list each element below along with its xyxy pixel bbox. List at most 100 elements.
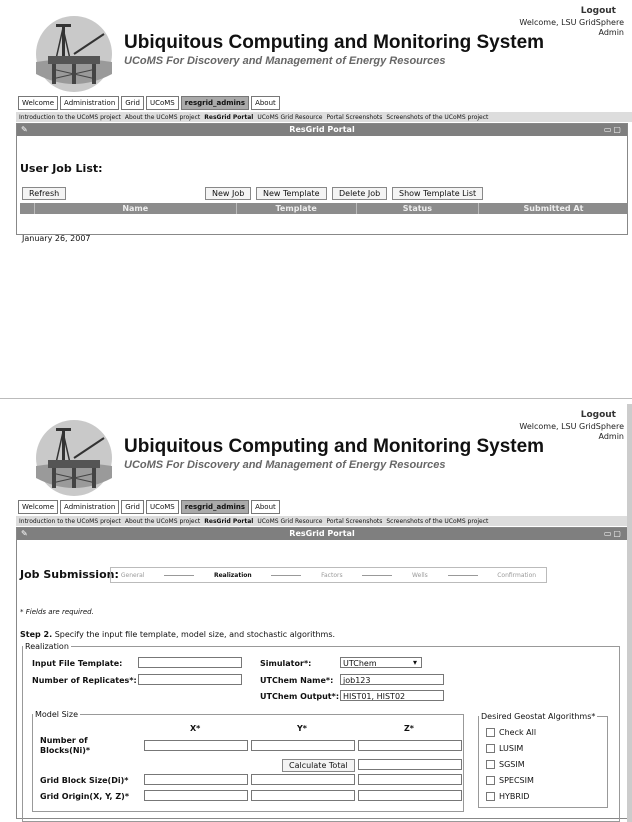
- specsim-label: SPECSIM: [499, 776, 534, 785]
- step-description: Specify the input file template, model s…: [54, 630, 336, 639]
- tab-welcome[interactable]: Welcome: [18, 96, 59, 110]
- link-introduction[interactable]: Introduction to the UCoMS project: [19, 114, 121, 121]
- step-number: Step 2.: [20, 630, 53, 639]
- portal-header: ✎ ResGrid Portal ▭▢: [17, 124, 627, 136]
- utchem-output-field[interactable]: HIST01, HIST02: [340, 690, 444, 701]
- link-project-screenshots[interactable]: Screenshots of the UCoMS project: [386, 114, 488, 121]
- z-column-header: Z*: [404, 724, 414, 733]
- tab-administration[interactable]: Administration: [60, 500, 120, 514]
- blocks-y-field[interactable]: [251, 740, 355, 751]
- tab-grid[interactable]: Grid: [121, 96, 144, 110]
- utchem-output-label: UTChem Output*:: [260, 692, 340, 701]
- y-column-header: Y*: [297, 724, 307, 733]
- tab-welcome[interactable]: Welcome: [18, 500, 59, 514]
- link-resgrid-portal[interactable]: ResGrid Portal: [204, 114, 253, 121]
- link-portal-screenshots[interactable]: Portal Screenshots: [327, 518, 383, 525]
- window-controls-icon[interactable]: ▭▢: [604, 124, 623, 136]
- checkbox-icon: [486, 728, 495, 737]
- step-divider: [447, 574, 478, 576]
- checkbox-icon: [486, 744, 495, 753]
- blocks-z-field[interactable]: [358, 740, 462, 751]
- step-general[interactable]: General: [121, 572, 145, 579]
- tab-ucoms[interactable]: UCoMS: [145, 96, 179, 110]
- geostat-legend: Desired Geostat Algorithms*: [481, 712, 596, 721]
- chevron-down-icon: ▾: [412, 658, 417, 667]
- link-grid-resource[interactable]: UCoMS Grid Resource: [257, 114, 322, 121]
- job-list-title: User Job List:: [20, 162, 103, 175]
- link-project-screenshots[interactable]: Screenshots of the UCoMS project: [386, 518, 488, 525]
- utchem-name-field[interactable]: job123: [340, 674, 444, 685]
- replicates-field[interactable]: [138, 674, 242, 685]
- job-submission-title: Job Submission:: [20, 568, 119, 581]
- app-title: Ubiquitous Computing and Monitoring Syst…: [124, 32, 545, 53]
- edit-icon[interactable]: ✎: [21, 528, 28, 540]
- checkbox-icon: [486, 776, 495, 785]
- column-name[interactable]: Name: [35, 203, 237, 214]
- hybrid-label: HYBRID: [499, 792, 530, 801]
- step-realization[interactable]: Realization: [214, 572, 252, 579]
- tab-grid[interactable]: Grid: [121, 500, 144, 514]
- origin-y-field[interactable]: [251, 790, 355, 801]
- input-file-template-field[interactable]: [138, 657, 242, 668]
- hybrid-checkbox[interactable]: HYBRID: [486, 792, 529, 801]
- sgsim-label: SGSIM: [499, 760, 525, 769]
- new-job-button[interactable]: New Job: [205, 187, 252, 200]
- tab-ucoms[interactable]: UCoMS: [145, 500, 179, 514]
- simulator-value: UTChem: [343, 659, 377, 668]
- oil-rig-logo: [36, 420, 112, 496]
- main-tabs: Welcome Administration Grid UCoMS resgri…: [18, 96, 280, 110]
- check-all-checkbox[interactable]: Check All: [486, 728, 536, 737]
- column-template[interactable]: Template: [237, 203, 357, 214]
- grid-block-size-label: Grid Block Size(Di)*: [40, 776, 129, 785]
- main-tabs: Welcome Administration Grid UCoMS resgri…: [18, 500, 280, 514]
- origin-z-field[interactable]: [358, 790, 462, 801]
- total-blocks-field[interactable]: [358, 759, 462, 770]
- show-template-list-button[interactable]: Show Template List: [392, 187, 484, 200]
- oil-rig-logo: [36, 16, 112, 92]
- link-portal-screenshots[interactable]: Portal Screenshots: [327, 114, 383, 121]
- step-confirmation[interactable]: Confirmation: [497, 572, 536, 579]
- block-size-y-field[interactable]: [251, 774, 355, 785]
- tab-about[interactable]: About: [251, 500, 280, 514]
- lusim-checkbox[interactable]: LUSIM: [486, 744, 523, 753]
- step-wells[interactable]: Wells: [412, 572, 428, 579]
- link-resgrid-portal[interactable]: ResGrid Portal: [204, 518, 253, 525]
- job-table-header: Name Template Status Submitted At: [20, 203, 628, 214]
- step-divider: [271, 574, 302, 576]
- simulator-select[interactable]: UTChem ▾: [340, 657, 422, 668]
- origin-x-field[interactable]: [144, 790, 248, 801]
- window-controls-icon[interactable]: ▭▢: [604, 528, 623, 540]
- utchem-name-label: UTChem Name*:: [260, 676, 334, 685]
- portal-header: ✎ ResGrid Portal ▭▢: [17, 528, 627, 540]
- tab-about[interactable]: About: [251, 96, 280, 110]
- delete-job-button[interactable]: Delete Job: [332, 187, 388, 200]
- link-about-project[interactable]: About the UCoMS project: [125, 518, 200, 525]
- sgsim-checkbox[interactable]: SGSIM: [486, 760, 525, 769]
- block-size-z-field[interactable]: [358, 774, 462, 785]
- specsim-checkbox[interactable]: SPECSIM: [486, 776, 534, 785]
- number-of-blocks-label: Number of Blocks(Ni)*: [40, 736, 91, 755]
- column-submitted-at[interactable]: Submitted At: [479, 203, 628, 214]
- link-about-project[interactable]: About the UCoMS project: [125, 114, 200, 121]
- link-introduction[interactable]: Introduction to the UCoMS project: [19, 518, 121, 525]
- link-grid-resource[interactable]: UCoMS Grid Resource: [257, 518, 322, 525]
- sub-navigation: Introduction to the UCoMS project About …: [16, 516, 632, 526]
- model-size-legend: Model Size: [35, 710, 78, 719]
- tab-resgrid-admins[interactable]: resgrid_admins: [180, 96, 250, 110]
- block-size-x-field[interactable]: [144, 774, 248, 785]
- edit-icon[interactable]: ✎: [21, 124, 28, 136]
- sub-navigation: Introduction to the UCoMS project About …: [16, 112, 632, 122]
- logout-link[interactable]: Logout: [581, 410, 616, 420]
- tab-administration[interactable]: Administration: [60, 96, 120, 110]
- x-column-header: X*: [190, 724, 201, 733]
- scrollbar[interactable]: [627, 404, 632, 822]
- refresh-button[interactable]: Refresh: [22, 187, 67, 200]
- column-status[interactable]: Status: [357, 203, 479, 214]
- logout-link[interactable]: Logout: [581, 6, 616, 16]
- blocks-x-field[interactable]: [144, 740, 248, 751]
- calculate-total-button[interactable]: Calculate Total: [282, 759, 355, 772]
- select-column[interactable]: [20, 203, 35, 214]
- new-template-button[interactable]: New Template: [256, 187, 327, 200]
- tab-resgrid-admins[interactable]: resgrid_admins: [180, 500, 250, 514]
- step-factors[interactable]: Factors: [321, 572, 343, 579]
